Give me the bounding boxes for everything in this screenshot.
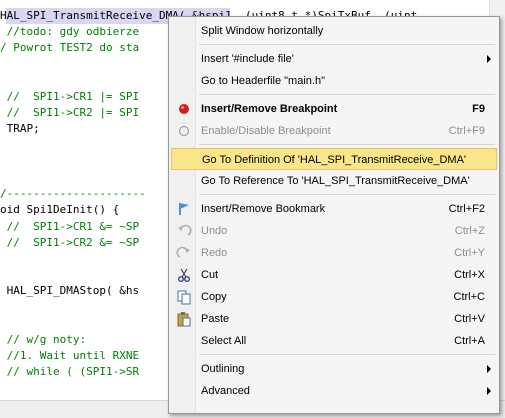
menu-item-label: Undo (201, 225, 228, 237)
context-menu: Split Window horizontally Insert '#includ… (168, 16, 500, 414)
menu-item-go-to-reference-to-hal-spi-transmitreceive-dma[interactable]: Go To Reference To 'HAL_SPI_TransmitRece… (171, 170, 497, 192)
menu-separator (199, 144, 495, 145)
menu-item-label: Cut (201, 269, 219, 281)
menu-item-shortcut: Ctrl+X (454, 269, 485, 281)
breakpoint-icon (176, 101, 192, 117)
code-line: // SPI1->CR1 |= SPI (0, 90, 140, 103)
code-line: // SPI1->CR2 |= SPI (0, 106, 140, 120)
code-line: /--------------------- (0, 187, 146, 201)
menu-item-label: Paste (201, 313, 230, 325)
menu-item-select-all[interactable]: Select All Ctrl+A (171, 330, 497, 352)
scissors-icon (176, 267, 192, 283)
menu-item-shortcut: Ctrl+V (454, 313, 485, 325)
code-line: HAL_SPI_DMAStop( &hs (0, 284, 140, 298)
menu-item-copy[interactable]: Copy Ctrl+C (171, 286, 497, 308)
menu-item-advanced[interactable]: Advanced (171, 380, 497, 402)
menu-item-label: Select All (201, 335, 247, 347)
menu-item-redo[interactable]: Redo Ctrl+Y (171, 242, 497, 264)
menu-item-enable-disable-breakpoint[interactable]: Enable/Disable Breakpoint Ctrl+F9 (171, 120, 497, 142)
code-line: oid Spi1DeInit() { (0, 203, 120, 217)
menu-separator (199, 354, 495, 355)
copy-icon (176, 289, 192, 305)
menu-item-label: Split Window horizontally (201, 25, 324, 37)
menu-item-label: Copy (201, 291, 227, 303)
menu-item-label: Enable/Disable Breakpoint (201, 125, 331, 137)
menu-item-label: Go To Definition Of 'HAL_SPI_TransmitRec… (202, 154, 467, 166)
menu-item-label: Insert '#include file' (201, 53, 294, 65)
menu-separator (199, 44, 495, 45)
menu-item-split-window-horizontally[interactable]: Split Window horizontally (171, 20, 497, 42)
menu-item-cut[interactable]: Cut Ctrl+X (171, 264, 497, 286)
code-line: //todo: gdy odbierze (0, 25, 140, 39)
menu-item-shortcut: Ctrl+F2 (448, 203, 485, 215)
submenu-arrow-icon (487, 55, 491, 63)
menu-item-go-to-definition-of-hal-spi-transmitreceive-dma[interactable]: Go To Definition Of 'HAL_SPI_TransmitRec… (171, 148, 497, 170)
menu-item-insert-remove-breakpoint[interactable]: Insert/Remove Breakpoint F9 (171, 98, 497, 120)
submenu-arrow-icon (487, 387, 491, 395)
menu-separator (199, 194, 495, 195)
menu-item-shortcut: Ctrl+C (453, 291, 485, 303)
menu-item-go-to-headerfile-main-h[interactable]: Go to Headerfile "main.h" (171, 70, 497, 92)
menu-item-undo[interactable]: Undo Ctrl+Z (171, 220, 497, 242)
menu-item-insert-include-file[interactable]: Insert '#include file' (171, 48, 497, 70)
menu-item-shortcut: Ctrl+Y (454, 247, 485, 259)
menu-item-label: Insert/Remove Breakpoint (201, 103, 338, 115)
code-line: / Powrot TEST2 do sta (0, 41, 140, 55)
breakpoint-outline-icon (176, 123, 192, 139)
undo-icon (176, 223, 192, 239)
menu-item-paste[interactable]: Paste Ctrl+V (171, 308, 497, 330)
code-line: // SPI1->CR2 &= ~SP (0, 235, 140, 249)
code-line: // SPI1->CR1 &= ~SP (0, 219, 140, 233)
menu-item-label: Go To Reference To 'HAL_SPI_TransmitRece… (201, 175, 470, 187)
menu-separator (199, 94, 495, 95)
menu-item-label: Outlining (201, 363, 245, 375)
code-line: //1. Wait until RXNE (0, 349, 140, 363)
menu-item-insert-remove-bookmark[interactable]: Insert/Remove Bookmark Ctrl+F2 (171, 198, 497, 220)
paste-icon (176, 311, 192, 327)
code-line: // w/g noty: (0, 333, 87, 346)
menu-item-label: Go to Headerfile "main.h" (201, 75, 325, 87)
menu-item-label: Advanced (201, 385, 250, 397)
redo-icon (176, 245, 192, 261)
code-line: // while ( (SPI1->SR (0, 365, 140, 379)
bookmark-flag-icon (176, 201, 192, 217)
code-line: TRAP; (0, 122, 40, 136)
menu-item-shortcut: Ctrl+F9 (448, 125, 485, 137)
menu-item-label: Insert/Remove Bookmark (201, 203, 326, 215)
menu-item-outlining[interactable]: Outlining (171, 358, 497, 380)
menu-item-shortcut: Ctrl+Z (454, 225, 485, 237)
submenu-arrow-icon (487, 365, 491, 373)
menu-item-shortcut: Ctrl+A (454, 335, 485, 347)
menu-item-label: Redo (201, 247, 228, 259)
menu-item-shortcut: F9 (472, 103, 485, 115)
